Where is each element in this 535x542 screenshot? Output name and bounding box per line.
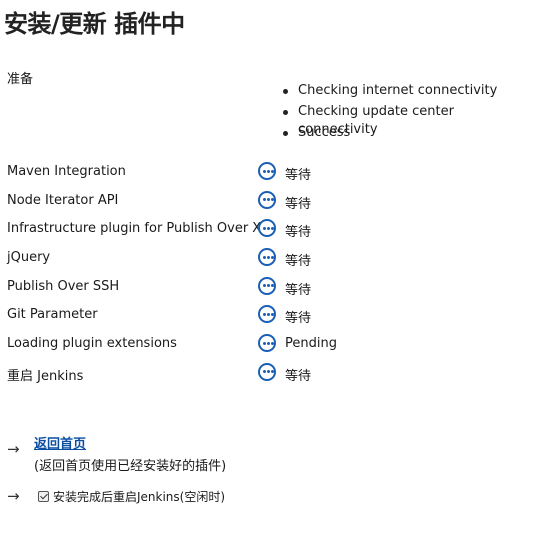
plugin-row: Node Iterator API 等待 bbox=[7, 188, 527, 217]
plugin-status: 等待 bbox=[285, 368, 312, 384]
check-item: Checking internet connectivity bbox=[280, 82, 535, 103]
plugin-status-list: Maven Integration 等待 Node Iterator API 等… bbox=[7, 159, 527, 389]
plugin-status: 等待 bbox=[285, 311, 312, 327]
return-home-link[interactable]: 返回首页 bbox=[34, 433, 86, 452]
pending-dots-icon bbox=[258, 219, 276, 238]
restart-label: 安装完成后重启Jenkins(空闲时) bbox=[53, 490, 226, 504]
plugin-status: Pending bbox=[285, 336, 337, 352]
plugin-name: jQuery bbox=[7, 250, 51, 266]
restart-checkbox[interactable] bbox=[38, 491, 49, 502]
preparation-check-list: Checking internet connectivity Checking … bbox=[280, 82, 535, 145]
plugin-status: 等待 bbox=[285, 282, 312, 298]
plugin-status: 等待 bbox=[285, 254, 312, 270]
plugin-row: Git Parameter 等待 bbox=[7, 302, 527, 331]
plugin-row: 重启 Jenkins 等待 bbox=[7, 360, 527, 389]
plugin-status: 等待 bbox=[285, 168, 312, 183]
pending-dots-icon bbox=[258, 162, 276, 180]
preparation-label: 准备 bbox=[7, 72, 34, 87]
plugin-name: Git Parameter bbox=[7, 307, 98, 323]
pending-dots-icon bbox=[258, 362, 276, 381]
pending-dots-icon bbox=[258, 305, 276, 324]
arrow-right-icon: → bbox=[7, 440, 20, 458]
plugin-name: 重启 Jenkins bbox=[7, 368, 84, 384]
plugin-row: Infrastructure plugin for Publish Over X… bbox=[7, 216, 527, 245]
check-item: Checking update center connectivity bbox=[280, 103, 535, 137]
restart-option[interactable]: 安装完成后重启Jenkins(空闲时) bbox=[38, 488, 225, 505]
pending-dots-icon bbox=[258, 276, 276, 295]
plugin-name: Maven Integration bbox=[7, 164, 126, 179]
pending-dots-icon bbox=[258, 190, 276, 209]
plugin-row: Loading plugin extensions Pending bbox=[7, 331, 527, 360]
plugin-status: 等待 bbox=[285, 225, 312, 241]
arrow-right-icon: → bbox=[7, 487, 20, 505]
plugin-row: Publish Over SSH 等待 bbox=[7, 274, 527, 303]
plugin-name: Infrastructure plugin for Publish Over X bbox=[7, 221, 262, 237]
pending-dots-icon bbox=[258, 334, 276, 353]
plugin-name: Node Iterator API bbox=[7, 192, 119, 208]
plugin-row: Maven Integration 等待 bbox=[7, 159, 527, 188]
return-home-description: (返回首页使用已经安装好的插件) bbox=[34, 459, 227, 474]
plugin-row: jQuery 等待 bbox=[7, 245, 527, 274]
plugin-name: Publish Over SSH bbox=[7, 278, 120, 294]
page-title: 安装/更新 插件中 bbox=[4, 10, 185, 38]
pending-dots-icon bbox=[258, 248, 276, 267]
check-item: Success bbox=[280, 124, 535, 145]
plugin-status: 等待 bbox=[285, 196, 312, 212]
plugin-name: Loading plugin extensions bbox=[7, 336, 177, 352]
